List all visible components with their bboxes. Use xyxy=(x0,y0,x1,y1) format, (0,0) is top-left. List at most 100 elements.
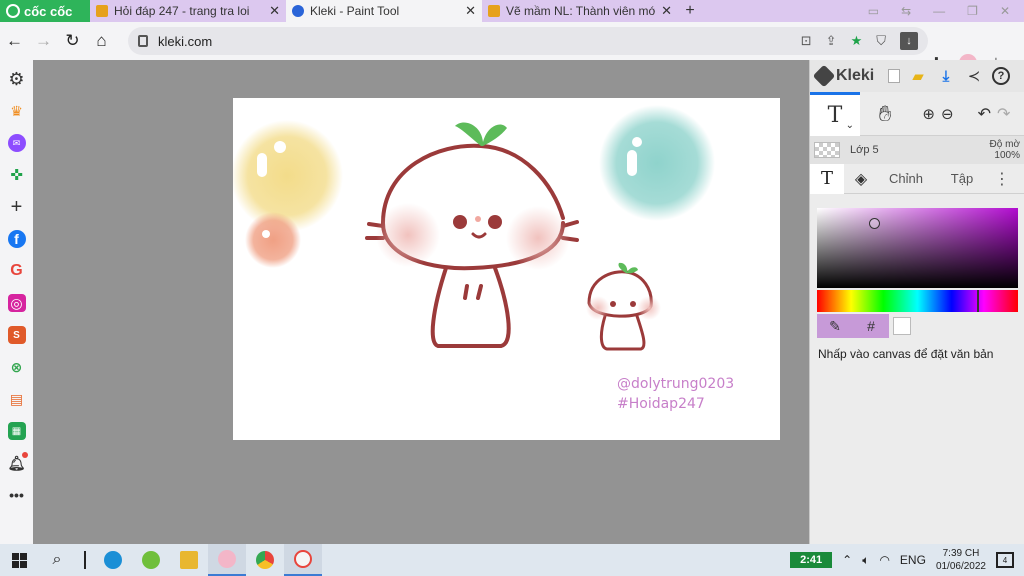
teal-bubble-highlight xyxy=(627,150,637,176)
add-shortcut-icon[interactable]: + xyxy=(8,196,26,218)
shopee-icon[interactable]: S xyxy=(7,326,26,344)
share-icon[interactable]: ⇪ xyxy=(826,33,837,49)
kleki-favicon-icon xyxy=(292,5,304,17)
coccoc-menu-button[interactable]: cốc cốc xyxy=(0,0,90,22)
download-page-icon[interactable]: ↓ xyxy=(900,32,918,50)
layers-icon: ◈ xyxy=(854,170,868,188)
tab-layers[interactable]: ◈ xyxy=(844,164,878,194)
tab-edit[interactable]: Chỉnh xyxy=(878,164,934,194)
snipping-tool-app[interactable] xyxy=(284,544,322,576)
eyedropper-button[interactable]: ✎ xyxy=(817,314,853,338)
coccoc-browser-app[interactable] xyxy=(208,544,246,576)
shopping-bag-icon[interactable]: ▤ xyxy=(8,390,26,408)
search-button[interactable]: ⌕ xyxy=(38,544,76,576)
minimize-icon[interactable]: — xyxy=(933,4,945,18)
hand-tool-button[interactable]: ✋︎ xyxy=(860,92,910,136)
shield-icon[interactable]: ⛉ xyxy=(876,33,886,49)
close-tab-icon[interactable]: ✕ xyxy=(269,3,280,19)
new-tab-button[interactable]: + xyxy=(678,0,702,22)
close-tab-icon[interactable]: ✕ xyxy=(465,3,476,19)
layer-thumbnail xyxy=(814,142,840,158)
home-button[interactable]: ⌂ xyxy=(87,22,116,60)
watermark-username: @dolytrung0203 xyxy=(617,376,735,392)
edge-app[interactable] xyxy=(94,544,132,576)
drawing-canvas[interactable]: @dolytrung0203 #Hoidap247 xyxy=(233,98,780,440)
wifi-icon[interactable]: ◠ xyxy=(879,553,889,567)
kleki-logo[interactable]: Kleki xyxy=(812,64,880,88)
big-mushroom-eye-right xyxy=(488,215,502,229)
color-picker-cursor[interactable] xyxy=(869,218,880,229)
messenger-icon[interactable]: ✉ xyxy=(7,134,26,152)
settings-gear-icon[interactable]: ⚙ xyxy=(8,69,26,89)
more-options-icon[interactable]: ⋮ xyxy=(990,164,1014,194)
tab-kleki[interactable]: Kleki - Paint Tool ✕ xyxy=(286,0,482,22)
file-explorer-app[interactable] xyxy=(170,544,208,576)
gamelink-icon[interactable]: ⊗ xyxy=(8,358,26,376)
orange-bubble xyxy=(245,212,301,268)
color-picker-area[interactable] xyxy=(817,208,1018,288)
share-icon[interactable]: ≺ xyxy=(964,66,984,86)
google-icon[interactable]: G xyxy=(8,262,26,280)
big-mushroom-blush-right xyxy=(506,206,570,270)
clock-date: 01/06/2022 xyxy=(935,561,986,572)
instagram-icon[interactable]: ◎ xyxy=(7,294,26,312)
kleki-toolbar: T ⌄ ✋︎ ⊕ ⊖ ↶ ↷ xyxy=(810,91,1024,136)
sidebar-toggle-icon[interactable]: ⇆ xyxy=(901,4,911,18)
restore-icon[interactable]: ❐ xyxy=(967,4,978,18)
gamepad-icon[interactable]: ✜ xyxy=(8,166,26,184)
start-button[interactable] xyxy=(0,544,38,576)
text-tool-icon: T xyxy=(820,168,833,189)
clock[interactable]: 7:39 CH 01/06/2022 xyxy=(936,547,986,573)
canvas-workspace[interactable]: @dolytrung0203 #Hoidap247 xyxy=(33,60,809,544)
brand-label: cốc cốc xyxy=(24,3,73,19)
lock-icon xyxy=(138,35,148,47)
reload-button[interactable]: ↻ xyxy=(58,22,87,60)
notification-center-icon[interactable]: 4 xyxy=(996,552,1014,568)
more-options-icon[interactable]: ••• xyxy=(8,486,26,504)
close-tab-icon[interactable]: ✕ xyxy=(661,3,672,19)
back-button[interactable]: ← xyxy=(0,22,29,60)
notification-bell-icon[interactable]: 🔔︎ xyxy=(8,452,28,472)
language-indicator[interactable]: ENG xyxy=(900,553,926,567)
chevron-down-icon[interactable]: ⌄ xyxy=(846,120,854,131)
coccoc-app[interactable] xyxy=(132,544,170,576)
chrome-app[interactable] xyxy=(246,544,284,576)
url-field[interactable]: kleki.com ⊡ ⇪ ★ ⛉ ↓ xyxy=(128,27,928,55)
undo-icon[interactable]: ↶ xyxy=(978,104,991,124)
address-bar: ← → ↻ ⌂ kleki.com ⊡ ⇪ ★ ⛉ ↓ ✚ ◕ ⤓ xyxy=(0,22,1024,72)
chevron-up-icon[interactable]: ⌃ xyxy=(842,553,852,567)
teal-bubble xyxy=(599,105,715,221)
save-download-icon[interactable]: ⤓ xyxy=(936,66,956,86)
help-icon[interactable]: ? xyxy=(992,67,1010,85)
chrome-icon xyxy=(256,551,274,569)
battery-timer[interactable]: 2:41 xyxy=(790,552,833,568)
tab-vemam[interactable]: Vẽ mầm NL: Thành viên mới ✕ xyxy=(482,0,678,22)
zoom-in-icon[interactable]: ⊕ xyxy=(922,105,935,123)
tab-label: Hỏi đáp 247 - trang tra loi xyxy=(114,4,250,18)
open-folder-icon[interactable]: ▰ xyxy=(908,66,928,86)
volume-icon[interactable]: 🔈︎ xyxy=(862,553,869,568)
folder-icon xyxy=(180,551,198,569)
close-window-icon[interactable]: ✕ xyxy=(1000,4,1010,18)
hue-slider-handle[interactable] xyxy=(977,290,979,312)
translate-icon[interactable]: ⊡ xyxy=(801,33,812,49)
hue-slider[interactable] xyxy=(817,290,1018,312)
text-tool-button[interactable]: T ⌄ xyxy=(810,91,860,136)
bookmark-star-icon[interactable]: ★ xyxy=(851,33,863,49)
new-image-icon[interactable] xyxy=(888,69,900,83)
forward-button[interactable]: → xyxy=(29,22,58,60)
hex-input-button[interactable]: # xyxy=(853,314,889,338)
secondary-color-swatch[interactable] xyxy=(893,317,911,335)
crown-icon[interactable]: ♛ xyxy=(8,102,26,120)
tab-file[interactable]: Tập xyxy=(934,164,990,194)
snipping-tool-icon xyxy=(294,550,312,568)
tab-hoidap[interactable]: Hỏi đáp 247 - trang tra loi ✕ xyxy=(90,0,286,22)
tab-label: Kleki - Paint Tool xyxy=(310,4,400,18)
redo-icon[interactable]: ↷ xyxy=(997,104,1010,124)
current-layer-row[interactable]: Lớp 5 Độ mờ 100% xyxy=(810,136,1024,164)
facebook-icon[interactable]: f xyxy=(7,230,26,248)
spreadsheet-icon[interactable]: ▦ xyxy=(7,422,26,440)
screenshot-icon[interactable]: ▭ xyxy=(868,4,879,18)
tab-tool-settings[interactable]: T xyxy=(810,163,844,194)
zoom-out-icon[interactable]: ⊖ xyxy=(941,105,954,123)
